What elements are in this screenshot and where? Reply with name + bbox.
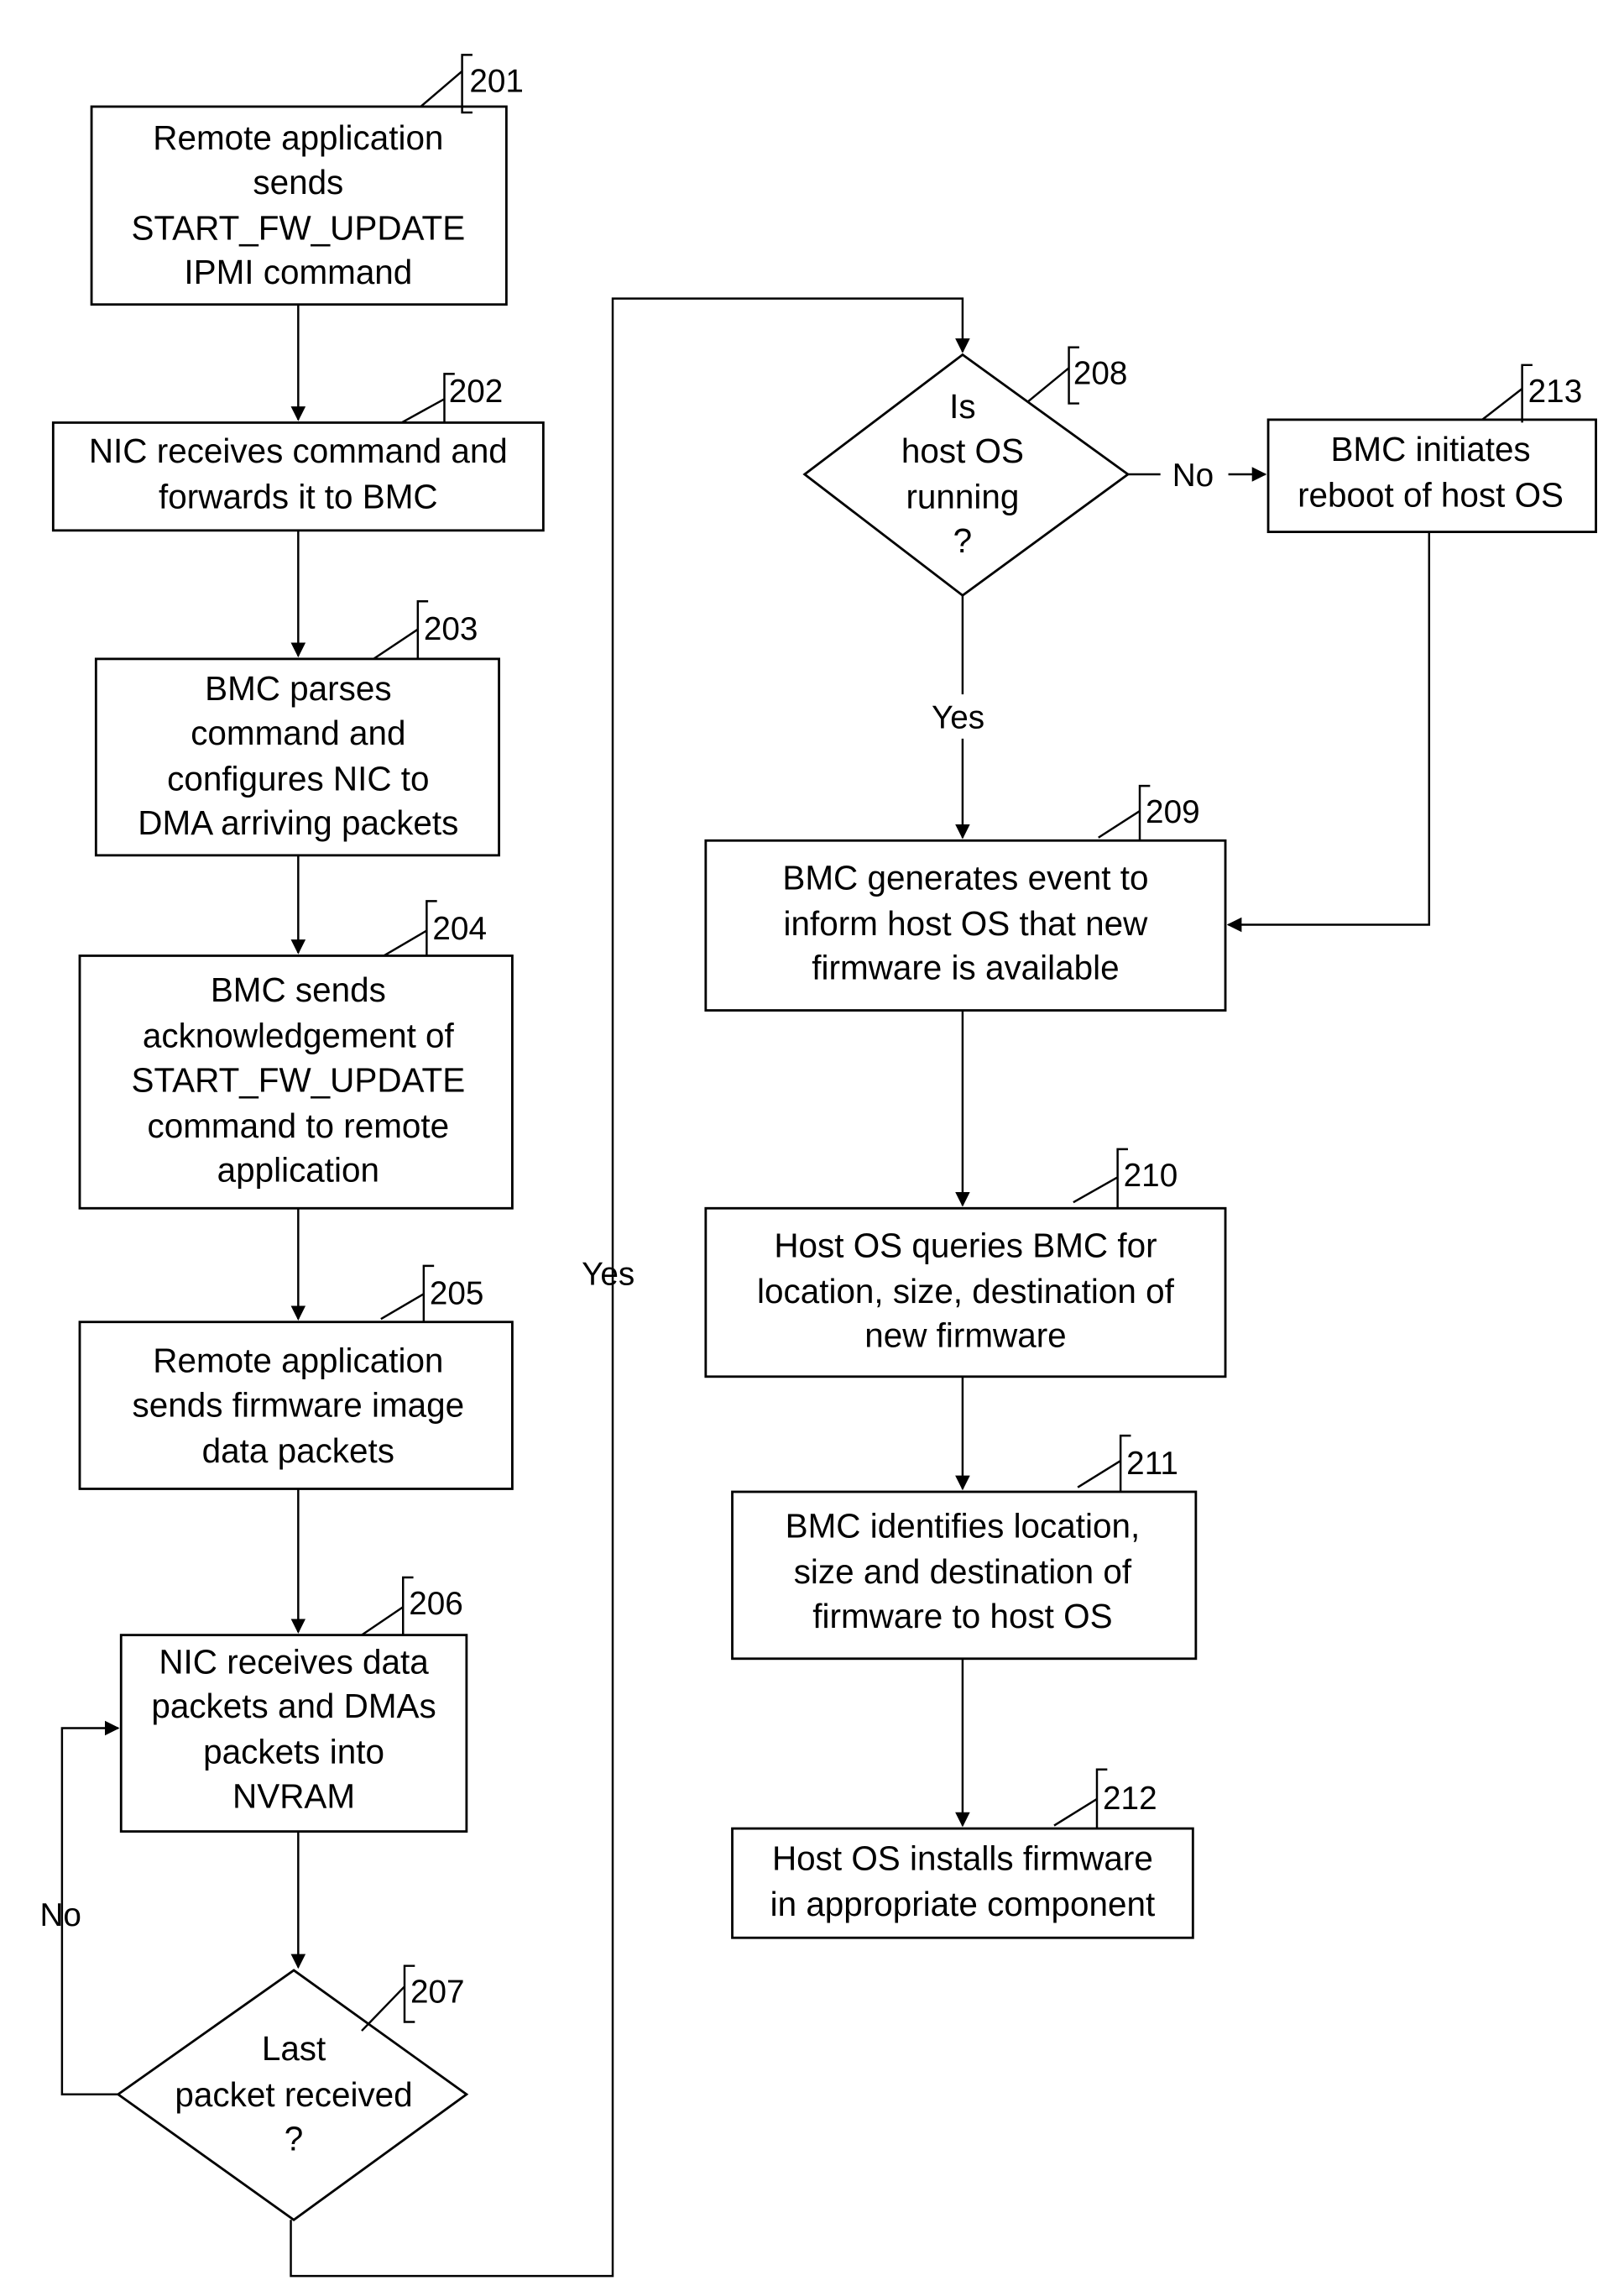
ref-202: 202 bbox=[400, 373, 504, 424]
svg-text:206: 206 bbox=[409, 1586, 463, 1622]
svg-text:in appropriate component: in appropriate component bbox=[770, 1885, 1156, 1923]
svg-text:sends: sends bbox=[253, 163, 343, 201]
svg-text:NIC receives command and: NIC receives command and bbox=[89, 432, 508, 470]
svg-text:BMC identifies location,: BMC identifies location, bbox=[786, 1507, 1141, 1546]
svg-text:START_FW_UPDATE: START_FW_UPDATE bbox=[131, 1060, 465, 1099]
svg-text:?: ? bbox=[953, 521, 973, 560]
node-213: BMC initiates reboot of host OS bbox=[1266, 418, 1597, 534]
ref-212: 212 bbox=[1053, 1768, 1157, 1829]
node-211: BMC identifies location, size and destin… bbox=[731, 1490, 1198, 1661]
svg-text:?: ? bbox=[285, 2120, 304, 2158]
ref-207: 207 bbox=[361, 1964, 465, 2032]
svg-text:Last: Last bbox=[262, 2029, 326, 2068]
svg-text:START_FW_UPDATE: START_FW_UPDATE bbox=[131, 208, 465, 247]
flowchart: No Yes No Yes Remote application sends S… bbox=[39, 54, 1597, 2278]
edge-label-no-207: No bbox=[39, 1897, 81, 1933]
svg-text:sends firmware image: sends firmware image bbox=[133, 1385, 465, 1424]
svg-text:inform host OS that new: inform host OS that new bbox=[784, 904, 1149, 943]
node-204: BMC sends acknowledgement of START_FW_UP… bbox=[78, 955, 514, 1210]
svg-text:203: 203 bbox=[424, 611, 478, 647]
svg-text:firmware to host OS: firmware to host OS bbox=[812, 1597, 1112, 1635]
node-206: NIC receives data packets and DMAs packe… bbox=[119, 1634, 468, 1833]
svg-text:207: 207 bbox=[410, 1975, 465, 2011]
svg-text:new firmware: new firmware bbox=[864, 1316, 1066, 1355]
edge-label-yes-207: Yes bbox=[582, 1257, 634, 1293]
node-205: Remote application sends firmware image … bbox=[78, 1321, 514, 1490]
svg-text:209: 209 bbox=[1146, 794, 1200, 830]
svg-text:command to remote: command to remote bbox=[148, 1106, 450, 1145]
svg-text:208: 208 bbox=[1073, 356, 1128, 392]
svg-text:packet received: packet received bbox=[175, 2075, 412, 2114]
ref-208: 208 bbox=[1026, 346, 1128, 405]
svg-text:packets and DMAs: packets and DMAs bbox=[151, 1687, 436, 1725]
svg-text:202: 202 bbox=[449, 374, 504, 410]
ref-201: 201 bbox=[420, 54, 524, 114]
svg-text:size and destination of: size and destination of bbox=[794, 1552, 1132, 1591]
svg-text:host OS: host OS bbox=[901, 432, 1024, 470]
svg-text:firmware is available: firmware is available bbox=[812, 949, 1119, 987]
svg-text:Remote application: Remote application bbox=[153, 118, 443, 157]
ref-206: 206 bbox=[361, 1576, 463, 1636]
svg-text:NIC receives data: NIC receives data bbox=[159, 1642, 429, 1681]
svg-text:Remote application: Remote application bbox=[153, 1342, 443, 1380]
svg-text:packets into: packets into bbox=[203, 1733, 384, 1771]
svg-text:BMC initiates: BMC initiates bbox=[1330, 430, 1530, 468]
ref-209: 209 bbox=[1098, 784, 1200, 841]
svg-text:NVRAM: NVRAM bbox=[232, 1776, 355, 1815]
node-203: BMC parses command and configures NIC to… bbox=[94, 657, 500, 857]
node-210: Host OS queries BMC for location, size, … bbox=[704, 1206, 1227, 1378]
svg-text:reboot of host OS: reboot of host OS bbox=[1298, 476, 1564, 515]
ref-203: 203 bbox=[373, 600, 478, 660]
edge-label-no-208: No bbox=[1172, 458, 1214, 494]
svg-text:application: application bbox=[217, 1151, 379, 1190]
node-202: NIC receives command and forwards it to … bbox=[51, 421, 545, 532]
edge-label-yes-208: Yes bbox=[932, 700, 984, 736]
ref-205: 205 bbox=[380, 1264, 484, 1322]
ref-213: 213 bbox=[1481, 364, 1583, 423]
svg-text:forwards it to BMC: forwards it to BMC bbox=[159, 477, 438, 515]
node-201: Remote application sends START_FW_UPDATE… bbox=[90, 105, 508, 306]
svg-text:205: 205 bbox=[430, 1276, 484, 1312]
svg-text:213: 213 bbox=[1528, 374, 1583, 410]
svg-text:running: running bbox=[906, 477, 1019, 515]
svg-text:location, size, destination of: location, size, destination of bbox=[757, 1272, 1175, 1310]
svg-text:211: 211 bbox=[1126, 1446, 1178, 1482]
svg-text:acknowledgement of: acknowledgement of bbox=[143, 1017, 455, 1055]
node-209: BMC generates event to inform host OS th… bbox=[704, 839, 1227, 1012]
svg-text:IPMI command: IPMI command bbox=[184, 253, 412, 291]
svg-text:210: 210 bbox=[1124, 1158, 1178, 1194]
ref-210: 210 bbox=[1073, 1148, 1178, 1209]
svg-text:212: 212 bbox=[1103, 1781, 1157, 1817]
svg-text:Is: Is bbox=[949, 387, 975, 426]
svg-text:BMC sends: BMC sends bbox=[211, 970, 386, 1009]
svg-text:Host OS queries BMC for: Host OS queries BMC for bbox=[774, 1226, 1157, 1264]
svg-text:201: 201 bbox=[469, 63, 524, 99]
edge-213-209 bbox=[1226, 531, 1431, 933]
svg-text:BMC generates event to: BMC generates event to bbox=[782, 858, 1148, 897]
node-212: Host OS installs firmware in appropriate… bbox=[731, 1827, 1194, 1939]
svg-text:BMC parses: BMC parses bbox=[205, 669, 391, 708]
svg-text:DMA arriving packets: DMA arriving packets bbox=[138, 803, 458, 842]
svg-text:204: 204 bbox=[432, 911, 487, 947]
svg-text:data packets: data packets bbox=[202, 1431, 394, 1470]
svg-text:Host OS installs firmware: Host OS installs firmware bbox=[772, 1839, 1153, 1877]
ref-204: 204 bbox=[383, 900, 487, 957]
svg-text:command and: command and bbox=[191, 714, 405, 752]
svg-text:configures NIC to: configures NIC to bbox=[167, 759, 429, 798]
ref-211: 211 bbox=[1077, 1434, 1178, 1493]
